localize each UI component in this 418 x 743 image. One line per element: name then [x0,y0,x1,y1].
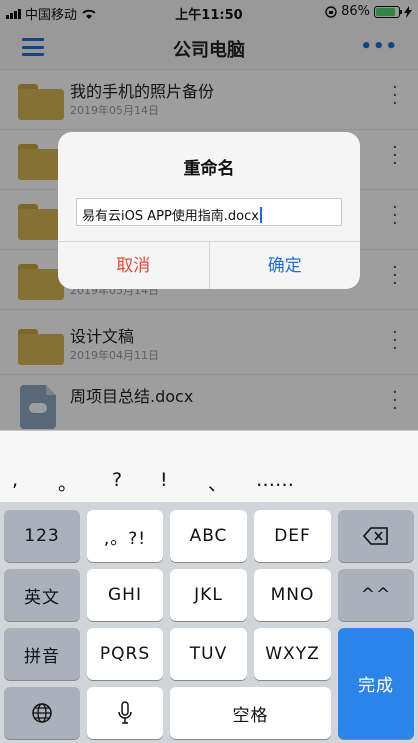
dialog-title: 重命名 [183,159,235,179]
key-ghi[interactable]: GHI [87,569,163,621]
key-mno[interactable]: MNO [254,569,331,621]
key-pinyin[interactable]: 拼音 [4,628,80,680]
candidate-item[interactable]: 、 [208,469,227,496]
candidate-item[interactable]: , [12,469,18,491]
text-caret [259,207,262,223]
candidate-item[interactable]: 。 [58,469,77,496]
rename-input-value: 易有云iOS APP使用指南.docx [82,209,259,224]
confirm-button[interactable]: 确定 [210,242,361,289]
key-tuv[interactable]: TUV [170,628,247,680]
space-key[interactable]: 空格 [170,687,331,739]
key-def[interactable]: DEF [254,510,331,562]
key-wxyz[interactable]: WXYZ [254,628,331,680]
rename-input[interactable]: 易有云iOS APP使用指南.docx [76,198,342,226]
done-button[interactable]: 完成 [338,628,414,739]
microphone-icon[interactable] [87,687,163,739]
rename-dialog: 重命名 易有云iOS APP使用指南.docx 取消 确定 [58,132,360,289]
candidate-item[interactable]: ? [112,469,122,491]
key-punctuation[interactable]: ,。?! [87,510,163,562]
candidate-item[interactable]: …… [256,469,294,491]
key-abc[interactable]: ABC [170,510,247,562]
key-english[interactable]: 英文 [4,569,80,621]
key-jkl[interactable]: JKL [170,569,247,621]
key-emoticon[interactable]: ^^ [338,569,414,621]
backspace-icon[interactable] [338,510,414,562]
keyboard: , 。 ? ! 、 …… 123 ,。?! ABC DEF 英文 GHI JKL… [0,430,418,743]
candidate-bar: , 。 ? ! 、 …… [0,430,418,502]
key-pqrs[interactable]: PQRS [87,628,163,680]
candidate-item[interactable]: ! [160,469,168,491]
cancel-button[interactable]: 取消 [58,242,210,289]
key-123[interactable]: 123 [4,510,80,562]
dialog-buttons: 取消 确定 [58,241,360,289]
globe-icon[interactable] [4,687,80,739]
